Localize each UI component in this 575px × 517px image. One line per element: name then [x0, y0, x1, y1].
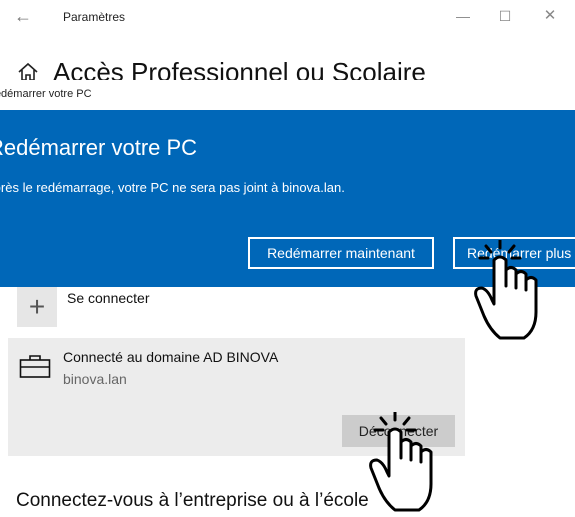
account-domain: binova.lan: [63, 371, 127, 387]
account-title: Connecté au domaine AD BINOVA: [63, 349, 279, 365]
plus-icon: +: [28, 291, 46, 322]
connect-button[interactable]: +: [17, 287, 57, 327]
app-title: Paramètres: [63, 10, 126, 24]
close-icon[interactable]: ✕: [538, 6, 562, 26]
hand-pointer-icon: [369, 412, 433, 512]
dialog-title: Redémarrer votre PC: [0, 88, 92, 100]
minimize-icon[interactable]: —: [451, 6, 475, 26]
section-title: Connectez-vous à l’entreprise ou à l’éco…: [16, 490, 369, 511]
dialog-message: Après le redémarrage, votre PC ne sera p…: [0, 180, 345, 195]
restart-now-button[interactable]: Redémarrer maintenant: [248, 237, 434, 269]
dialog-heading: Redémarrer votre PC: [0, 135, 198, 160]
back-arrow-icon[interactable]: ←: [14, 6, 32, 26]
connect-label[interactable]: Se connecter: [67, 290, 150, 306]
maximize-icon[interactable]: ☐: [493, 6, 517, 26]
hand-pointer-icon: [474, 240, 538, 340]
home-icon: [18, 62, 38, 81]
settings-titlebar: ← Paramètres — ☐ ✕: [0, 0, 575, 34]
dialog-titlebar: Redémarrer votre PC: [0, 80, 575, 111]
briefcase-icon: [19, 355, 51, 378]
